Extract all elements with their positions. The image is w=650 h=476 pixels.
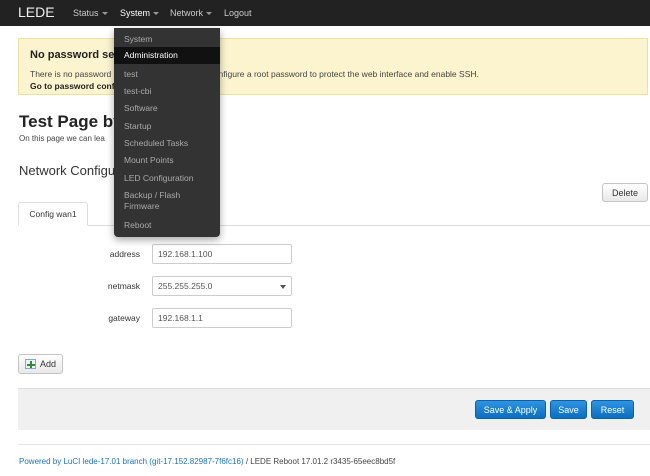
- menu-item-scheduled-tasks[interactable]: Scheduled Tasks: [114, 138, 220, 149]
- menu-item-led-configuration[interactable]: LED Configuration: [114, 173, 220, 184]
- add-button[interactable]: Add: [18, 354, 63, 374]
- add-icon: [24, 359, 36, 369]
- menu-item-software[interactable]: Software: [114, 103, 220, 114]
- nav-network-label: Network: [170, 8, 204, 18]
- menu-item-backup-flash-firmware[interactable]: Backup / Flash Firmware: [114, 190, 200, 212]
- page-title: Test Page by: [19, 112, 123, 131]
- chevron-down-icon: [206, 12, 213, 16]
- reset-button[interactable]: Reset: [591, 400, 634, 419]
- delete-button[interactable]: Delete: [602, 183, 648, 202]
- menu-item-mount-points[interactable]: Mount Points: [114, 155, 220, 166]
- tab-config-wan1[interactable]: Config wan1: [18, 202, 88, 226]
- alert-text: There is no password set on this router.…: [30, 69, 479, 79]
- menu-item-reboot[interactable]: Reboot: [114, 220, 220, 231]
- add-label: Add: [39, 359, 56, 369]
- footer: Powered by LuCI lede-17.01 branch (git-1…: [19, 457, 395, 466]
- section-title: Network Configu: [19, 163, 116, 178]
- nav-system[interactable]: System: [120, 8, 160, 18]
- netmask-select[interactable]: 255.255.255.0: [152, 276, 292, 296]
- gateway-label: gateway: [108, 313, 140, 323]
- footer-divider: [18, 444, 650, 445]
- alert-title: No password set!: [30, 49, 122, 61]
- menu-item-test-cbi[interactable]: test-cbi: [114, 86, 220, 97]
- menu-item-startup[interactable]: Startup: [114, 121, 220, 132]
- address-input[interactable]: 192.168.1.100: [152, 244, 292, 264]
- brand-logo[interactable]: LEDE: [18, 4, 55, 20]
- nav-network[interactable]: Network: [170, 8, 213, 18]
- save-apply-button[interactable]: Save & Apply: [475, 400, 546, 419]
- chevron-down-icon: [280, 285, 286, 289]
- tab-divider: [18, 225, 650, 226]
- menu-item-administration[interactable]: Administration: [114, 47, 220, 64]
- footer-version: / LEDE Reboot 17.01.2 r3435-65eec8bd5f: [243, 457, 396, 466]
- chevron-down-icon: [153, 12, 160, 16]
- netmask-value: 255.255.255.0: [158, 281, 213, 291]
- menu-item-system[interactable]: System: [114, 34, 220, 45]
- password-warning-alert: No password set! There is no password se…: [18, 38, 648, 95]
- nav-system-label: System: [120, 8, 151, 18]
- gateway-input[interactable]: 192.168.1.1: [152, 308, 292, 328]
- page-description: On this page we can lea: [19, 134, 105, 143]
- address-label: address: [109, 249, 140, 259]
- nav-status[interactable]: Status: [73, 8, 108, 18]
- menu-item-test[interactable]: test: [114, 69, 220, 80]
- navbar: LEDE Status System Network Logout: [0, 0, 650, 26]
- system-dropdown-menu: System Administration test test-cbi Soft…: [114, 28, 220, 237]
- chevron-down-icon: [101, 12, 108, 16]
- nav-status-label: Status: [73, 8, 99, 18]
- nav-logout[interactable]: Logout: [224, 8, 252, 18]
- save-button[interactable]: Save: [550, 400, 587, 419]
- luci-link[interactable]: Powered by LuCI lede-17.01 branch (git-1…: [19, 457, 244, 466]
- netmask-label: netmask: [107, 281, 140, 291]
